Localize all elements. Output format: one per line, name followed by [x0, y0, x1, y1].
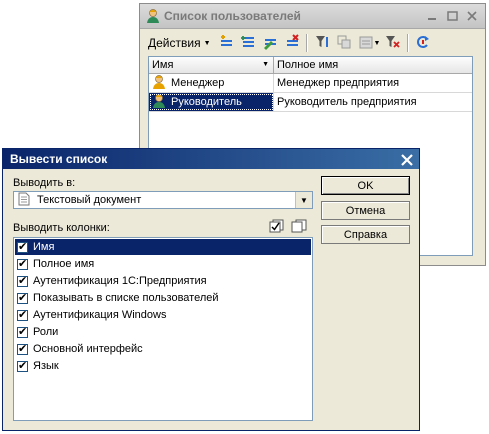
list-item-label: Аутентификация 1С:Предприятия	[33, 275, 207, 287]
checkbox[interactable]	[17, 308, 28, 321]
cancel-button[interactable]: Отмена	[321, 201, 410, 220]
list-item-label: Показывать в списке пользователей	[33, 292, 219, 304]
add-icon	[218, 34, 234, 53]
edit-button[interactable]	[259, 33, 281, 53]
cell-full-name: Менеджер предприятия	[274, 74, 472, 92]
list-item[interactable]: Язык	[14, 358, 312, 374]
refresh-icon	[415, 34, 431, 53]
cell-full-name-text: Руководитель предприятия	[277, 96, 417, 108]
user-icon	[145, 8, 161, 27]
list-item[interactable]: Имя	[15, 239, 311, 255]
sort-down-icon: ▼	[262, 61, 269, 68]
column-header-name-label: Имя	[152, 59, 174, 71]
checkbox[interactable]	[17, 291, 28, 304]
chevron-down-icon[interactable]: ▼	[295, 192, 312, 208]
checkbox[interactable]	[17, 274, 28, 287]
chevron-down-icon: ▼	[203, 39, 211, 47]
chevron-down-icon[interactable]: ▼	[374, 40, 381, 47]
dialog-title: Вывести список	[10, 152, 108, 166]
cell-full-name: Руководитель предприятия	[274, 93, 472, 111]
output-list-dialog: Вывести список Выводить в: Текстовый док…	[2, 148, 420, 431]
users-window-titlebar[interactable]: Список пользователей	[140, 4, 485, 29]
table-row[interactable]: Руководитель Руководитель предприятия	[149, 93, 472, 112]
list-item[interactable]: Роли	[14, 324, 312, 340]
filter-icon	[314, 34, 330, 53]
list-item-label: Аутентификация Windows	[33, 309, 167, 321]
hierarchy-button[interactable]	[333, 33, 355, 53]
column-header-full-name-label: Полное имя	[277, 59, 339, 71]
list-item-label: Имя	[33, 241, 55, 253]
toolbar-separator	[407, 34, 410, 52]
dialog-titlebar[interactable]: Вывести список	[3, 149, 419, 169]
output-columns-label: Выводить колонки:	[13, 222, 110, 234]
output-target-select[interactable]: Текстовый документ ▼	[13, 191, 313, 209]
edit-icon	[262, 34, 278, 53]
table-row[interactable]: Менеджер Менеджер предприятия	[149, 74, 472, 93]
cell-name-text: Менеджер	[171, 77, 225, 89]
clear-filter-button[interactable]	[382, 33, 404, 53]
copy-icon	[240, 34, 256, 53]
check-all-icon[interactable]	[269, 219, 285, 236]
list-item-label: Язык	[33, 360, 59, 372]
actions-menu-label: Действия	[148, 36, 201, 50]
hierarchy-icon	[336, 34, 352, 53]
list-item-label: Полное имя	[33, 258, 95, 270]
cell-full-name-text: Менеджер предприятия	[277, 77, 400, 89]
copy-button[interactable]	[237, 33, 259, 53]
checkbox[interactable]	[17, 359, 28, 372]
minimize-button[interactable]	[423, 8, 441, 24]
column-header-full-name[interactable]: Полное имя	[274, 57, 472, 73]
list-item[interactable]: Аутентификация Windows	[14, 307, 312, 323]
filter-button[interactable]	[311, 33, 333, 53]
output-target-value: Текстовый документ	[37, 194, 142, 206]
ok-button[interactable]: OK	[321, 176, 410, 195]
user-icon	[151, 93, 167, 112]
add-button[interactable]	[215, 33, 237, 53]
output-columns-list: Имя Полное имя Аутентификация 1С:Предпри…	[13, 237, 313, 421]
delete-icon	[284, 33, 300, 53]
list-item[interactable]: Полное имя	[14, 256, 312, 272]
column-header-name[interactable]: Имя ▼	[149, 57, 274, 73]
refresh-button[interactable]	[412, 33, 434, 53]
table-header: Имя ▼ Полное имя	[149, 57, 472, 74]
uncheck-all-icon[interactable]	[291, 219, 307, 236]
checkbox[interactable]	[17, 240, 28, 253]
text-document-icon	[18, 192, 30, 209]
actions-menu[interactable]: Действия ▼	[144, 33, 215, 53]
cell-name: Руководитель	[149, 93, 274, 111]
cell-name-text: Руководитель	[171, 96, 242, 108]
list-item-label: Основной интерфейс	[33, 343, 143, 355]
list-item[interactable]: Показывать в списке пользователей	[14, 290, 312, 306]
list-item[interactable]: Основной интерфейс	[14, 341, 312, 357]
checkbox[interactable]	[17, 342, 28, 355]
output-to-label: Выводить в:	[13, 177, 76, 189]
maximize-button[interactable]	[443, 8, 461, 24]
user-icon	[151, 74, 167, 93]
list-item-label: Роли	[33, 326, 59, 338]
users-window-title: Список пользователей	[164, 9, 301, 23]
checkbox[interactable]	[17, 325, 28, 338]
toolbar-separator	[305, 34, 308, 52]
close-icon[interactable]	[401, 150, 413, 170]
checkbox[interactable]	[17, 257, 28, 270]
clear-filter-icon	[385, 34, 401, 53]
list-mode-icon	[358, 34, 374, 53]
help-button[interactable]: Справка	[321, 225, 410, 244]
list-item[interactable]: Аутентификация 1С:Предприятия	[14, 273, 312, 289]
close-button[interactable]	[463, 8, 481, 24]
cell-name: Менеджер	[149, 74, 274, 92]
users-toolbar: Действия ▼ ▼	[144, 32, 481, 54]
delete-button[interactable]	[281, 33, 303, 53]
